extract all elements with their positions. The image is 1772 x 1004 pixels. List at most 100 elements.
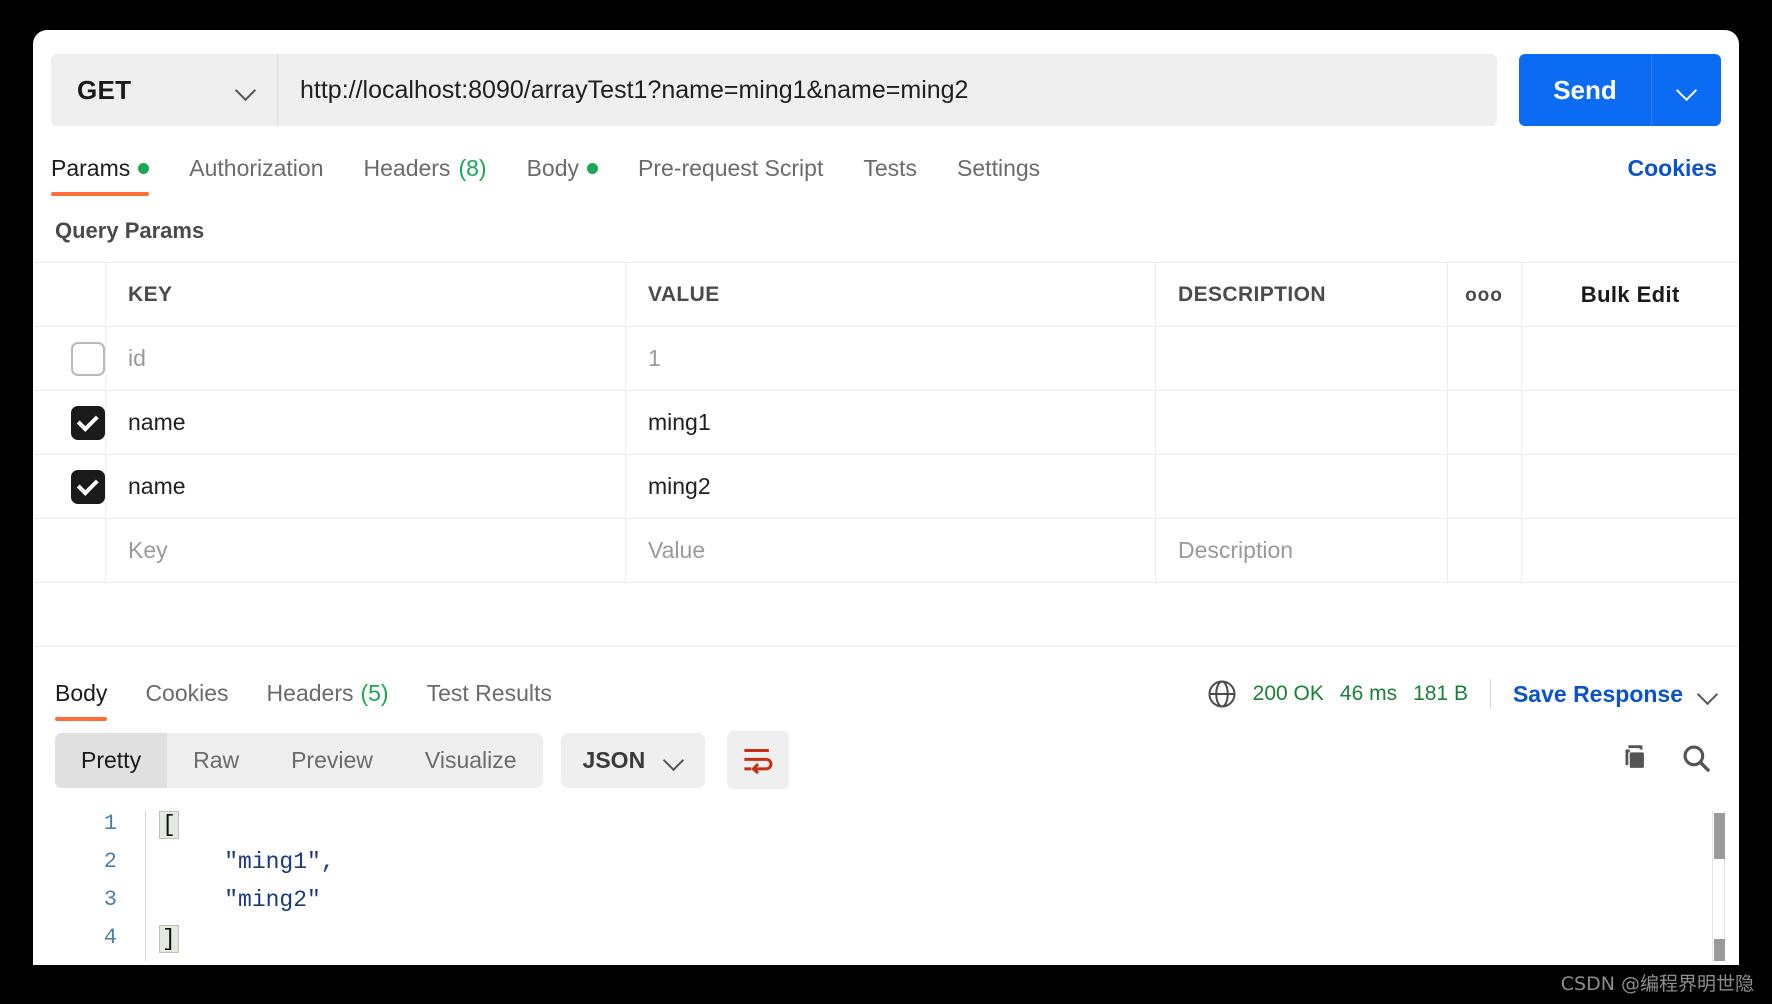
row-key[interactable]: name <box>105 454 626 519</box>
code-line: 3 "ming2" <box>33 887 1739 925</box>
row-spacer <box>1521 390 1739 455</box>
row-key[interactable]: id <box>105 326 626 391</box>
view-mode-raw[interactable]: Raw <box>167 733 265 788</box>
chevron-down-icon <box>237 81 255 99</box>
scrollbar-thumb[interactable] <box>1714 939 1725 961</box>
response-time: 46 ms <box>1339 682 1398 705</box>
view-mode-visualize[interactable]: Visualize <box>399 733 543 788</box>
tab-params-label: Params <box>51 155 131 181</box>
postman-request-card: GET http://localhost:8090/arrayTest1?nam… <box>33 30 1739 965</box>
response-tab-headers-label: Headers <box>266 680 354 706</box>
more-options-icon: ooo <box>1465 284 1503 306</box>
chevron-down-icon[interactable] <box>1699 685 1717 703</box>
save-response-button[interactable]: Save Response <box>1513 681 1683 708</box>
bulk-edit-button[interactable]: Bulk Edit <box>1521 262 1739 327</box>
row-spacer <box>1447 390 1522 455</box>
query-params-title: Query Params <box>55 218 205 243</box>
tab-authorization[interactable]: Authorization <box>189 155 323 196</box>
code-line: 2 "ming1", <box>33 849 1739 887</box>
line-number: 2 <box>103 849 117 874</box>
response-tab-headers-count: (5) <box>360 680 389 706</box>
response-body-code[interactable]: 1 [ 2 "ming1", 3 "ming2" 4 ] <box>33 811 1739 961</box>
divider <box>1489 679 1491 709</box>
row-key[interactable]: name <box>105 390 626 455</box>
tab-settings-label: Settings <box>957 155 1041 181</box>
tab-pre-request-script-label: Pre-request Script <box>638 155 824 181</box>
format-selector[interactable]: JSON <box>560 732 706 788</box>
viewer-actions <box>1617 741 1713 775</box>
row-checkbox-cell <box>33 390 106 455</box>
modified-dot-icon <box>138 163 150 174</box>
tab-headers-count: (8) <box>458 155 487 181</box>
tab-body-label: Body <box>526 155 579 181</box>
tab-headers[interactable]: Headers (8) <box>364 155 487 196</box>
word-wrap-button[interactable] <box>727 731 790 789</box>
table-header-row: KEY VALUE DESCRIPTION ooo Bulk Edit <box>33 262 1739 327</box>
row-description[interactable] <box>1155 326 1448 391</box>
row-checkbox[interactable] <box>71 469 105 504</box>
url-text: http://localhost:8090/arrayTest1?name=mi… <box>300 75 969 104</box>
header-description: DESCRIPTION <box>1155 262 1448 327</box>
row-description[interactable] <box>1155 454 1448 519</box>
row-value[interactable]: ming2 <box>625 454 1156 519</box>
row-spacer <box>1447 454 1522 519</box>
request-tabs: Params Authorization Headers (8) Body Pr… <box>33 134 1739 196</box>
response-tab-test-results-label: Test Results <box>426 680 552 706</box>
response-tab-headers[interactable]: Headers (5) <box>267 680 389 721</box>
response-tab-cookies[interactable]: Cookies <box>145 680 228 721</box>
cookies-link[interactable]: Cookies <box>1628 155 1717 182</box>
query-params-table: KEY VALUE DESCRIPTION ooo Bulk Edit id 1 <box>33 262 1739 583</box>
format-label: JSON <box>582 746 646 773</box>
code-vertical-scrollbar[interactable] <box>1712 811 1725 961</box>
tab-authorization-label: Authorization <box>189 155 324 181</box>
response-tab-body-label: Body <box>55 680 108 706</box>
tab-params[interactable]: Params <box>51 155 150 196</box>
row-description[interactable] <box>1155 390 1448 455</box>
line-number: 3 <box>103 887 117 912</box>
row-checkbox[interactable] <box>71 341 105 376</box>
send-options-button[interactable] <box>1651 54 1721 126</box>
table-row: id 1 <box>33 326 1739 391</box>
send-button[interactable]: Send <box>1519 54 1651 126</box>
header-checkbox-cell <box>33 262 106 327</box>
header-value: VALUE <box>625 262 1156 327</box>
row-value[interactable]: 1 <box>625 326 1156 391</box>
tab-body[interactable]: Body <box>527 155 598 196</box>
header-key: KEY <box>105 262 626 327</box>
row-spacer <box>1447 326 1522 391</box>
response-size: 181 B <box>1413 682 1468 705</box>
code-line-text: ] <box>159 925 179 953</box>
code-line-text: "ming2" <box>169 887 321 913</box>
tab-pre-request-script[interactable]: Pre-request Script <box>638 155 823 196</box>
scrollbar-thumb[interactable] <box>1714 813 1725 859</box>
table-row: name ming2 <box>33 454 1739 519</box>
table-row: name ming1 <box>33 390 1739 455</box>
search-icon[interactable] <box>1679 741 1713 775</box>
response-tab-test-results[interactable]: Test Results <box>427 680 552 721</box>
view-mode-preview[interactable]: Preview <box>265 733 399 788</box>
placeholder-key[interactable]: Key <box>105 518 626 583</box>
tab-tests[interactable]: Tests <box>863 155 917 196</box>
row-checkbox[interactable] <box>71 405 105 440</box>
row-spacer <box>1521 454 1739 519</box>
header-more-options[interactable]: ooo <box>1447 262 1522 327</box>
response-tab-body[interactable]: Body <box>55 680 108 721</box>
response-status-bar: 200 OK 46 ms 181 B Save Response <box>1207 679 1717 709</box>
url-input[interactable]: http://localhost:8090/arrayTest1?name=mi… <box>277 54 1497 126</box>
tab-headers-label: Headers <box>363 155 451 181</box>
code-line: 4 ] <box>33 925 1739 961</box>
code-gutter <box>145 849 159 887</box>
copy-icon[interactable] <box>1617 741 1651 775</box>
bulk-edit-label: Bulk Edit <box>1580 281 1680 307</box>
row-spacer <box>1447 518 1522 583</box>
line-number: 4 <box>103 925 117 950</box>
table-placeholder-row: Key Value Description <box>33 518 1739 583</box>
http-method-selector[interactable]: GET <box>51 54 277 126</box>
placeholder-value[interactable]: Value <box>625 518 1156 583</box>
placeholder-checkbox-cell <box>33 518 106 583</box>
row-value[interactable]: ming1 <box>625 390 1156 455</box>
view-mode-pretty[interactable]: Pretty <box>55 732 168 788</box>
globe-icon <box>1208 680 1236 708</box>
tab-settings[interactable]: Settings <box>957 155 1040 196</box>
placeholder-description[interactable]: Description <box>1155 518 1448 583</box>
